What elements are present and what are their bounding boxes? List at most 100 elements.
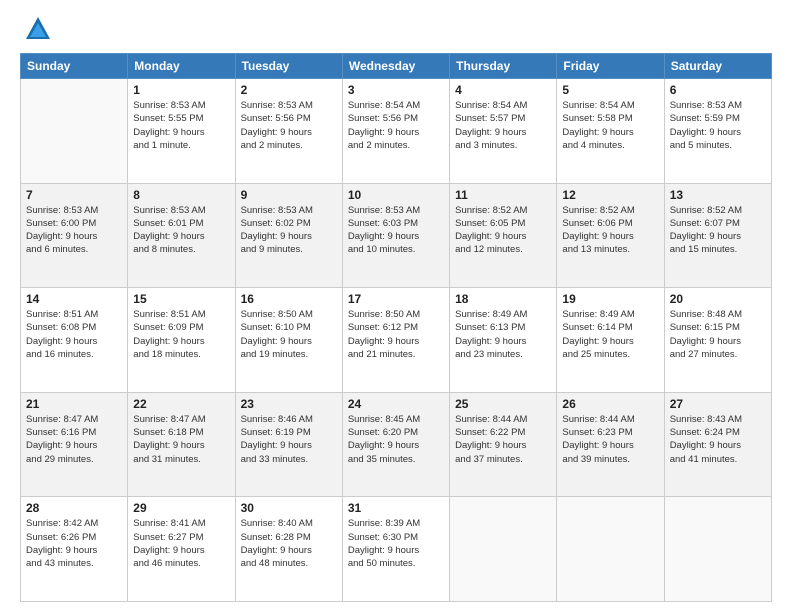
weekday-header: Monday bbox=[128, 54, 235, 79]
weekday-header: Saturday bbox=[664, 54, 771, 79]
day-number: 8 bbox=[133, 188, 229, 202]
calendar-cell: 11 Sunrise: 8:52 AM Sunset: 6:05 PM Dayli… bbox=[450, 183, 557, 288]
day-info: Sunrise: 8:51 AM Sunset: 6:08 PM Dayligh… bbox=[26, 308, 122, 361]
day-info: Sunrise: 8:47 AM Sunset: 6:18 PM Dayligh… bbox=[133, 413, 229, 466]
day-info: Sunrise: 8:53 AM Sunset: 6:00 PM Dayligh… bbox=[26, 204, 122, 257]
day-info: Sunrise: 8:53 AM Sunset: 5:55 PM Dayligh… bbox=[133, 99, 229, 152]
day-info: Sunrise: 8:54 AM Sunset: 5:56 PM Dayligh… bbox=[348, 99, 444, 152]
day-info: Sunrise: 8:43 AM Sunset: 6:24 PM Dayligh… bbox=[670, 413, 766, 466]
day-number: 28 bbox=[26, 501, 122, 515]
day-info: Sunrise: 8:48 AM Sunset: 6:15 PM Dayligh… bbox=[670, 308, 766, 361]
day-number: 31 bbox=[348, 501, 444, 515]
calendar-cell: 30 Sunrise: 8:40 AM Sunset: 6:28 PM Dayli… bbox=[235, 497, 342, 602]
day-info: Sunrise: 8:53 AM Sunset: 6:01 PM Dayligh… bbox=[133, 204, 229, 257]
calendar-cell: 3 Sunrise: 8:54 AM Sunset: 5:56 PM Daylig… bbox=[342, 79, 449, 184]
calendar-cell: 25 Sunrise: 8:44 AM Sunset: 6:22 PM Dayli… bbox=[450, 392, 557, 497]
day-info: Sunrise: 8:42 AM Sunset: 6:26 PM Dayligh… bbox=[26, 517, 122, 570]
day-number: 18 bbox=[455, 292, 551, 306]
calendar-cell: 15Sunrise: 8:51 AM Sunset: 6:09 PM Dayli… bbox=[128, 288, 235, 393]
day-info: Sunrise: 8:50 AM Sunset: 6:10 PM Dayligh… bbox=[241, 308, 337, 361]
day-info: Sunrise: 8:52 AM Sunset: 6:05 PM Dayligh… bbox=[455, 204, 551, 257]
day-number: 15 bbox=[133, 292, 229, 306]
calendar-cell: 20 Sunrise: 8:48 AM Sunset: 6:15 PM Dayli… bbox=[664, 288, 771, 393]
day-info: Sunrise: 8:52 AM Sunset: 6:07 PM Dayligh… bbox=[670, 204, 766, 257]
calendar-cell: 24 Sunrise: 8:45 AM Sunset: 6:20 PM Dayli… bbox=[342, 392, 449, 497]
day-info: Sunrise: 8:49 AM Sunset: 6:14 PM Dayligh… bbox=[562, 308, 658, 361]
day-number: 11 bbox=[455, 188, 551, 202]
weekday-header: Wednesday bbox=[342, 54, 449, 79]
day-info: Sunrise: 8:54 AM Sunset: 5:57 PM Dayligh… bbox=[455, 99, 551, 152]
day-number: 13 bbox=[670, 188, 766, 202]
day-number: 4 bbox=[455, 83, 551, 97]
calendar-cell: 17Sunrise: 8:50 AM Sunset: 6:12 PM Dayli… bbox=[342, 288, 449, 393]
header bbox=[20, 15, 772, 43]
day-info: Sunrise: 8:40 AM Sunset: 6:28 PM Dayligh… bbox=[241, 517, 337, 570]
day-info: Sunrise: 8:54 AM Sunset: 5:58 PM Dayligh… bbox=[562, 99, 658, 152]
day-info: Sunrise: 8:44 AM Sunset: 6:23 PM Dayligh… bbox=[562, 413, 658, 466]
calendar-cell: 4 Sunrise: 8:54 AM Sunset: 5:57 PM Daylig… bbox=[450, 79, 557, 184]
day-info: Sunrise: 8:52 AM Sunset: 6:06 PM Dayligh… bbox=[562, 204, 658, 257]
calendar-cell: 26 Sunrise: 8:44 AM Sunset: 6:23 PM Dayli… bbox=[557, 392, 664, 497]
calendar-cell: 8 Sunrise: 8:53 AM Sunset: 6:01 PM Daylig… bbox=[128, 183, 235, 288]
day-number: 19 bbox=[562, 292, 658, 306]
calendar-cell: 27 Sunrise: 8:43 AM Sunset: 6:24 PM Dayli… bbox=[664, 392, 771, 497]
day-info: Sunrise: 8:53 AM Sunset: 5:56 PM Dayligh… bbox=[241, 99, 337, 152]
day-number: 2 bbox=[241, 83, 337, 97]
calendar-cell bbox=[21, 79, 128, 184]
day-number: 17 bbox=[348, 292, 444, 306]
calendar-cell: 13 Sunrise: 8:52 AM Sunset: 6:07 PM Dayli… bbox=[664, 183, 771, 288]
calendar-cell: 29 Sunrise: 8:41 AM Sunset: 6:27 PM Dayli… bbox=[128, 497, 235, 602]
calendar-cell: 6Sunrise: 8:53 AM Sunset: 5:59 PM Daylig… bbox=[664, 79, 771, 184]
day-info: Sunrise: 8:45 AM Sunset: 6:20 PM Dayligh… bbox=[348, 413, 444, 466]
day-info: Sunrise: 8:39 AM Sunset: 6:30 PM Dayligh… bbox=[348, 517, 444, 570]
day-number: 12 bbox=[562, 188, 658, 202]
day-number: 16 bbox=[241, 292, 337, 306]
calendar-cell: 21 Sunrise: 8:47 AM Sunset: 6:16 PM Dayli… bbox=[21, 392, 128, 497]
day-number: 5 bbox=[562, 83, 658, 97]
day-number: 23 bbox=[241, 397, 337, 411]
day-number: 30 bbox=[241, 501, 337, 515]
weekday-header: Tuesday bbox=[235, 54, 342, 79]
day-number: 10 bbox=[348, 188, 444, 202]
day-info: Sunrise: 8:53 AM Sunset: 6:02 PM Dayligh… bbox=[241, 204, 337, 257]
calendar-cell: 18 Sunrise: 8:49 AM Sunset: 6:13 PM Dayli… bbox=[450, 288, 557, 393]
calendar-cell: 10 Sunrise: 8:53 AM Sunset: 6:03 PM Dayli… bbox=[342, 183, 449, 288]
calendar-cell: 7 Sunrise: 8:53 AM Sunset: 6:00 PM Daylig… bbox=[21, 183, 128, 288]
day-number: 9 bbox=[241, 188, 337, 202]
weekday-header: Sunday bbox=[21, 54, 128, 79]
calendar-cell bbox=[450, 497, 557, 602]
day-number: 25 bbox=[455, 397, 551, 411]
day-info: Sunrise: 8:49 AM Sunset: 6:13 PM Dayligh… bbox=[455, 308, 551, 361]
page: SundayMondayTuesdayWednesdayThursdayFrid… bbox=[0, 0, 792, 612]
day-number: 29 bbox=[133, 501, 229, 515]
calendar-cell: 16 Sunrise: 8:50 AM Sunset: 6:10 PM Dayli… bbox=[235, 288, 342, 393]
day-number: 26 bbox=[562, 397, 658, 411]
calendar-cell: 1 Sunrise: 8:53 AM Sunset: 5:55 PM Daylig… bbox=[128, 79, 235, 184]
day-number: 1 bbox=[133, 83, 229, 97]
day-number: 27 bbox=[670, 397, 766, 411]
day-info: Sunrise: 8:53 AM Sunset: 6:03 PM Dayligh… bbox=[348, 204, 444, 257]
calendar-table: SundayMondayTuesdayWednesdayThursdayFrid… bbox=[20, 53, 772, 602]
day-number: 21 bbox=[26, 397, 122, 411]
day-info: Sunrise: 8:44 AM Sunset: 6:22 PM Dayligh… bbox=[455, 413, 551, 466]
day-info: Sunrise: 8:41 AM Sunset: 6:27 PM Dayligh… bbox=[133, 517, 229, 570]
calendar-cell bbox=[664, 497, 771, 602]
day-number: 3 bbox=[348, 83, 444, 97]
calendar-cell: 14Sunrise: 8:51 AM Sunset: 6:08 PM Dayli… bbox=[21, 288, 128, 393]
day-number: 20 bbox=[670, 292, 766, 306]
weekday-header: Thursday bbox=[450, 54, 557, 79]
calendar-cell: 23 Sunrise: 8:46 AM Sunset: 6:19 PM Dayli… bbox=[235, 392, 342, 497]
day-number: 7 bbox=[26, 188, 122, 202]
day-number: 22 bbox=[133, 397, 229, 411]
calendar-cell: 5 Sunrise: 8:54 AM Sunset: 5:58 PM Daylig… bbox=[557, 79, 664, 184]
calendar-cell: 28 Sunrise: 8:42 AM Sunset: 6:26 PM Dayli… bbox=[21, 497, 128, 602]
calendar-cell: 12 Sunrise: 8:52 AM Sunset: 6:06 PM Dayli… bbox=[557, 183, 664, 288]
logo bbox=[20, 15, 52, 43]
calendar-cell: 9 Sunrise: 8:53 AM Sunset: 6:02 PM Daylig… bbox=[235, 183, 342, 288]
day-number: 6 bbox=[670, 83, 766, 97]
day-number: 24 bbox=[348, 397, 444, 411]
calendar-cell: 31 Sunrise: 8:39 AM Sunset: 6:30 PM Dayli… bbox=[342, 497, 449, 602]
calendar-cell: 19 Sunrise: 8:49 AM Sunset: 6:14 PM Dayli… bbox=[557, 288, 664, 393]
day-info: Sunrise: 8:46 AM Sunset: 6:19 PM Dayligh… bbox=[241, 413, 337, 466]
day-info: Sunrise: 8:47 AM Sunset: 6:16 PM Dayligh… bbox=[26, 413, 122, 466]
